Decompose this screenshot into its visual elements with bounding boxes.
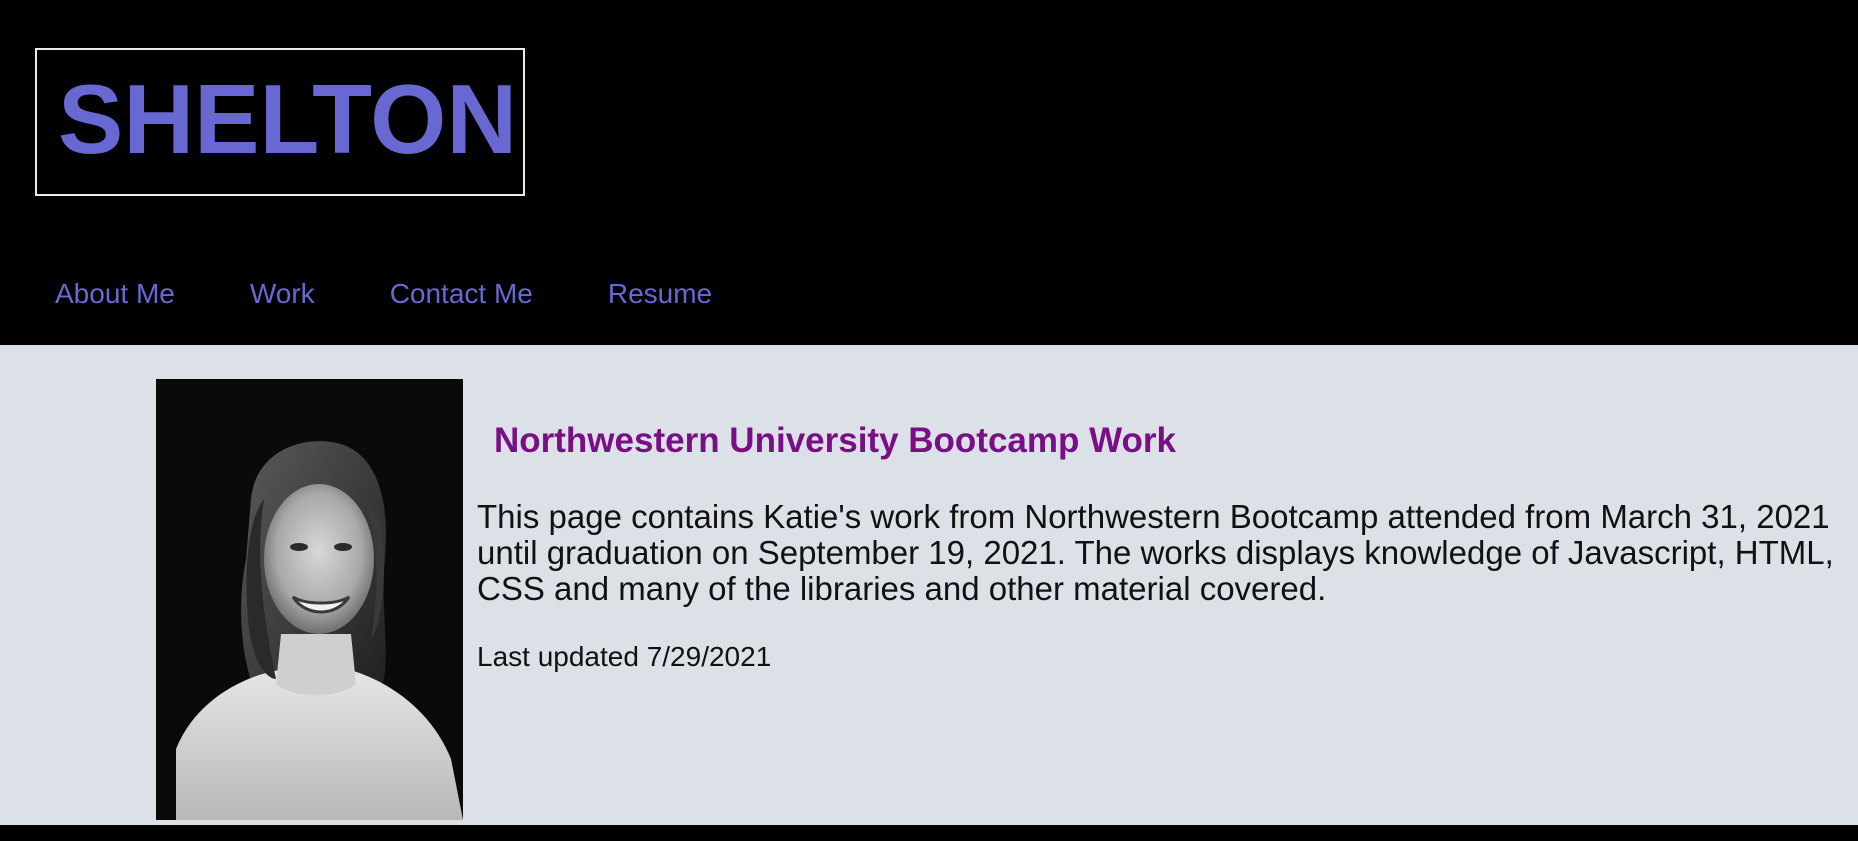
main-nav: About Me Work Contact Me Resume [55,280,787,308]
site-header: SHELTON About Me Work Contact Me Resume [0,0,1858,345]
profile-photo [156,379,463,820]
last-updated: Last updated 7/29/2021 [477,641,772,672]
nav-about-me[interactable]: About Me [55,280,175,308]
nav-contact-me[interactable]: Contact Me [390,280,533,308]
nav-resume[interactable]: Resume [608,280,712,308]
nav-work[interactable]: Work [250,280,315,308]
page-description: This page contains Katie's work from Nor… [477,498,1834,607]
main-content: Northwestern University Bootcamp Work Th… [0,345,1858,825]
logo-box[interactable]: SHELTON [35,48,525,196]
page-title: Northwestern University Bootcamp Work [494,421,1176,460]
site-logo[interactable]: SHELTON [58,70,517,168]
